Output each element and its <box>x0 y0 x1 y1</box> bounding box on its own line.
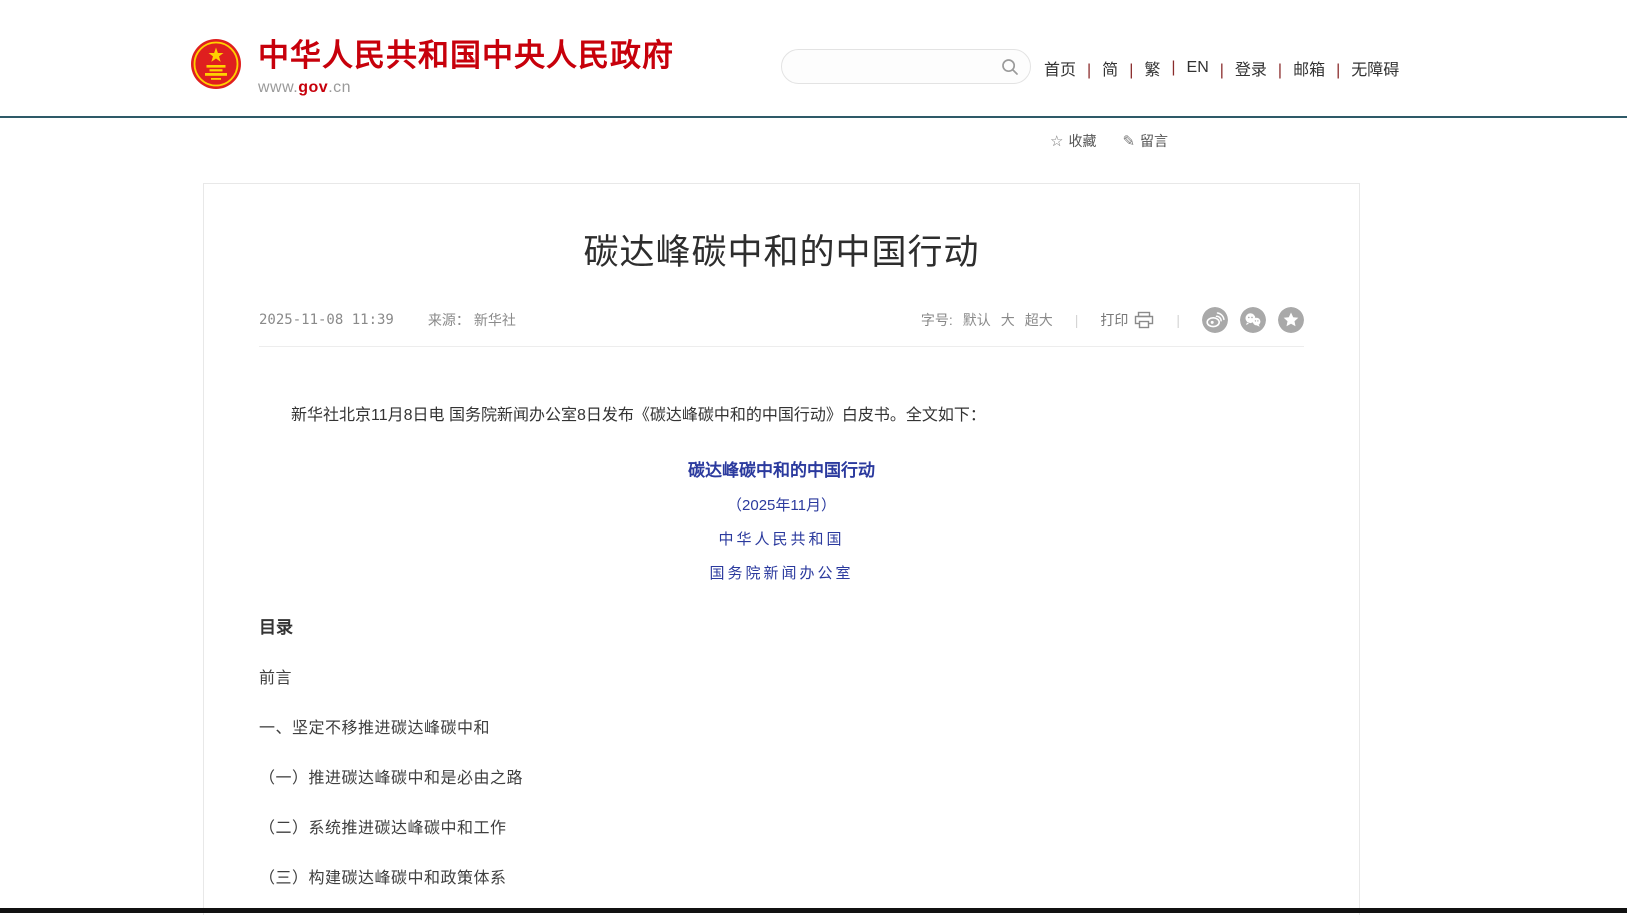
lead-paragraph: 新华社北京11月8日电 国务院新闻办公室8日发布《碳达峰碳中和的中国行动》白皮书… <box>259 403 1304 429</box>
top-nav-link[interactable]: 繁 <box>1118 56 1160 80</box>
article-title: 碳达峰碳中和的中国行动 <box>259 224 1304 275</box>
toc-item: （三）构建碳达峰碳中和政策体系 <box>259 864 1304 888</box>
font-size-option[interactable]: 超大 <box>1025 310 1053 330</box>
top-nav-link[interactable]: 简 <box>1076 56 1118 80</box>
document-title: 碳达峰碳中和的中国行动 <box>259 456 1304 481</box>
font-size-option[interactable]: 大 <box>1001 310 1015 330</box>
toc-item: 一、坚定不移推进碳达峰碳中和 <box>259 714 1304 738</box>
font-size-options: 默认大超大 <box>963 310 1053 330</box>
divider <box>1154 312 1202 328</box>
site-brand[interactable]: 中华人民共和国中央人民政府 www.gov.cn <box>190 38 674 97</box>
print-button[interactable]: 打印 <box>1100 310 1154 330</box>
printer-icon <box>1134 311 1154 329</box>
site-url-prefix: www. <box>258 79 298 96</box>
document-author-line-2: 国务院新闻办公室 <box>259 562 1304 583</box>
comment-label: 留言 <box>1140 131 1168 151</box>
top-nav-link[interactable]: 首页 <box>1044 56 1076 80</box>
site-header: 中华人民共和国中央人民政府 www.gov.cn 首页简繁EN登录邮箱无障碍 <box>0 0 1627 118</box>
source-value[interactable]: 新华社 <box>474 310 516 330</box>
toc-item: 前言 <box>259 664 1304 688</box>
top-nav-link[interactable]: EN <box>1160 59 1208 77</box>
publish-date: 2025-11-08 11:39 <box>259 312 394 328</box>
brand-text: 中华人民共和国中央人民政府 www.gov.cn <box>258 38 674 97</box>
toc-heading: 目录 <box>259 613 1304 638</box>
search-input[interactable] <box>798 59 1000 75</box>
document-date: （2025年11月） <box>259 494 1304 515</box>
article-meta-row: 2025-11-08 11:39 来源： 新华社 字号: 默认大超大 打印 <box>259 307 1304 333</box>
bottom-window-edge <box>0 908 1627 913</box>
article-card: 碳达峰碳中和的中国行动 2025-11-08 11:39 来源： 新华社 字号:… <box>203 183 1360 915</box>
toc-item: （一）推进碳达峰碳中和是必由之路 <box>259 764 1304 788</box>
source-label: 来源： <box>428 310 470 330</box>
favorite-button[interactable]: ☆ 收藏 <box>1050 131 1096 151</box>
top-nav-link[interactable]: 无障碍 <box>1325 56 1399 80</box>
divider <box>1053 312 1101 328</box>
font-size-option[interactable]: 默认 <box>963 310 991 330</box>
pencil-icon: ✎ <box>1122 134 1135 149</box>
top-nav-link[interactable]: 邮箱 <box>1267 56 1325 80</box>
top-nav: 首页简繁EN登录邮箱无障碍 <box>1044 56 1399 80</box>
search-icon[interactable] <box>1000 57 1020 77</box>
meta-right: 字号: 默认大超大 打印 <box>921 307 1304 333</box>
tools-row: ☆ 收藏 ✎ 留言 <box>1050 131 1168 151</box>
meta-left: 2025-11-08 11:39 来源： 新华社 <box>259 310 516 330</box>
print-label: 打印 <box>1100 310 1128 330</box>
site-url: www.gov.cn <box>258 79 674 97</box>
wechat-share-icon[interactable] <box>1240 307 1266 333</box>
search-box <box>781 49 1031 84</box>
star-outline-icon: ☆ <box>1050 134 1063 149</box>
top-nav-link[interactable]: 登录 <box>1209 56 1267 80</box>
comment-button[interactable]: ✎ 留言 <box>1122 131 1168 151</box>
document-heading-block: 碳达峰碳中和的中国行动 （2025年11月） 中华人民共和国 国务院新闻办公室 <box>259 456 1304 583</box>
site-url-suffix: .cn <box>328 79 351 96</box>
favorite-label: 收藏 <box>1068 131 1096 151</box>
toc-list: 前言一、坚定不移推进碳达峰碳中和 （一）推进碳达峰碳中和是必由之路 （二）系统推进碳… <box>259 664 1304 915</box>
page: 中华人民共和国中央人民政府 www.gov.cn 首页简繁EN登录邮箱无障碍 ☆… <box>0 0 1627 915</box>
more-share-star-icon[interactable] <box>1278 307 1304 333</box>
weibo-share-icon[interactable] <box>1202 307 1228 333</box>
meta-divider <box>259 346 1304 347</box>
toc-item: （二）系统推进碳达峰碳中和工作 <box>259 814 1304 838</box>
site-url-highlight: gov <box>298 79 328 96</box>
site-title: 中华人民共和国中央人民政府 <box>258 38 674 74</box>
document-author-line-1: 中华人民共和国 <box>259 528 1304 549</box>
font-size-label: 字号: <box>921 310 953 330</box>
national-emblem-logo <box>190 38 242 90</box>
share-icons <box>1202 307 1304 333</box>
